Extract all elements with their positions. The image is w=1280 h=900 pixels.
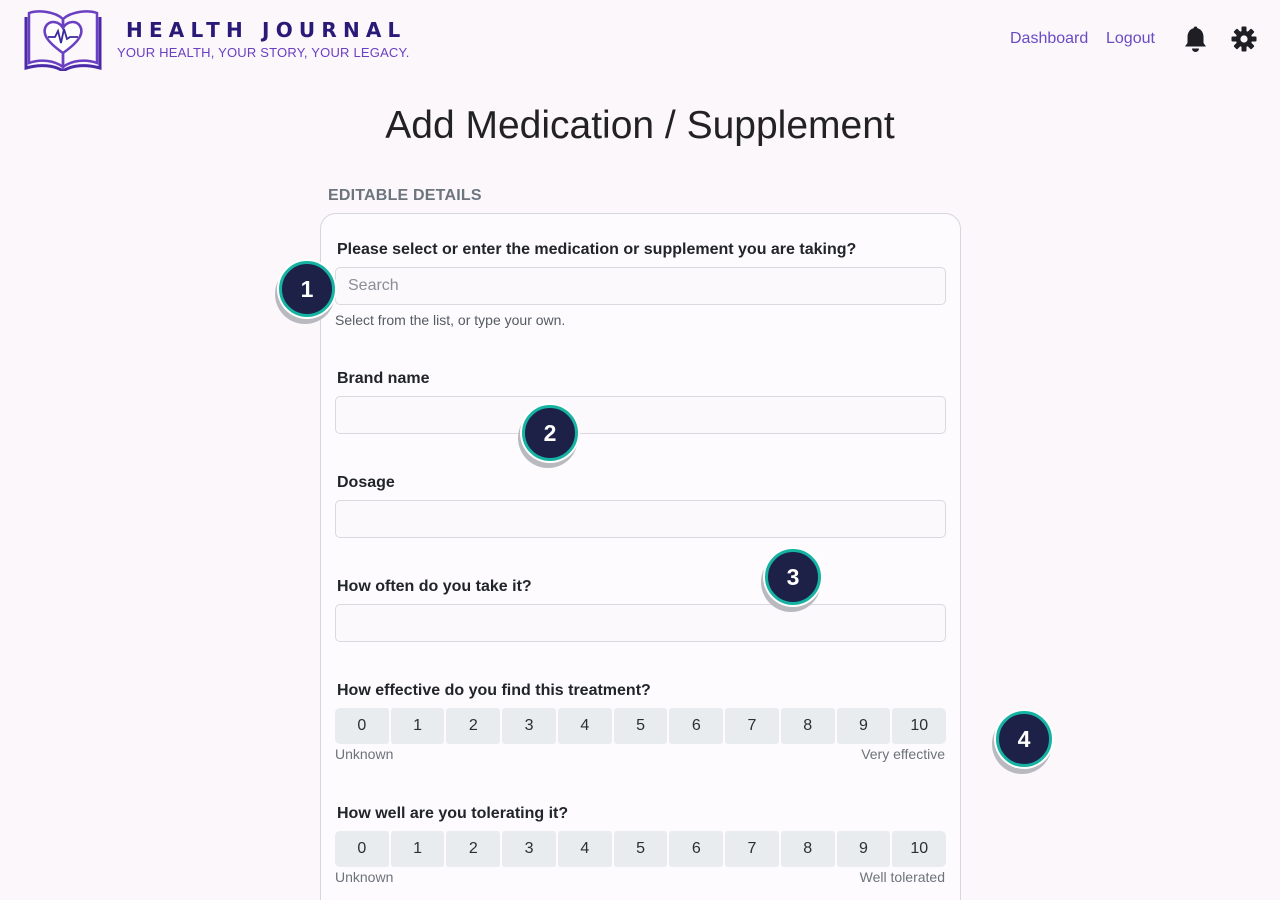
tolerance-option[interactable]: 3 (502, 831, 556, 867)
dosage-input[interactable] (335, 500, 946, 538)
tolerance-min-label: Unknown (335, 869, 394, 885)
medication-help-text: Select from the list, or type your own. (335, 312, 566, 328)
book-heart-logo (24, 10, 102, 71)
tolerance-option[interactable]: 4 (557, 831, 612, 867)
effectiveness-scale: 0 1 2 3 4 5 6 7 8 9 10 (335, 708, 947, 744)
brand-name-input[interactable] (335, 396, 946, 434)
effectiveness-option[interactable]: 10 (892, 708, 947, 744)
gear-icon[interactable] (1231, 26, 1257, 52)
effectiveness-option[interactable]: 1 (390, 708, 445, 744)
effectiveness-option[interactable]: 2 (446, 708, 501, 744)
effectiveness-option[interactable]: 9 (836, 708, 891, 744)
effectiveness-option[interactable]: 0 (335, 708, 389, 744)
tolerance-max-label: Well tolerated (859, 869, 945, 885)
tolerance-option[interactable]: 1 (390, 831, 445, 867)
step-badge-1: 1 (279, 261, 335, 317)
tolerance-option[interactable]: 8 (780, 831, 835, 867)
dosage-label: Dosage (337, 474, 395, 491)
effectiveness-option[interactable]: 3 (502, 708, 556, 744)
nav-dashboard-link[interactable]: Dashboard (1010, 30, 1088, 48)
effectiveness-label: How effective do you find this treatment… (337, 682, 651, 699)
effectiveness-max-label: Very effective (861, 746, 945, 762)
step-badge-4: 4 (996, 711, 1052, 767)
effectiveness-option[interactable]: 8 (780, 708, 835, 744)
effectiveness-option[interactable]: 7 (725, 708, 779, 744)
effectiveness-option[interactable]: 6 (669, 708, 724, 744)
tolerance-option[interactable]: 2 (446, 831, 501, 867)
frequency-label: How often do you take it? (337, 578, 532, 595)
tolerance-label: How well are you tolerating it? (337, 805, 569, 822)
brand-label: Brand name (337, 370, 430, 387)
section-label: EDITABLE DETAILS (328, 187, 482, 204)
frequency-input[interactable] (335, 604, 946, 642)
app-tagline: YOUR HEALTH, YOUR STORY, YOUR LEGACY. (117, 45, 410, 60)
bell-icon[interactable] (1183, 26, 1208, 53)
step-badge-2: 2 (522, 405, 578, 461)
tolerance-scale: 0 1 2 3 4 5 6 7 8 9 10 (335, 831, 947, 867)
page-title: Add Medication / Supplement (385, 104, 895, 147)
app-title: HEALTH JOURNAL (126, 18, 407, 42)
tolerance-option[interactable]: 7 (725, 831, 779, 867)
medication-search-input[interactable] (335, 267, 946, 305)
effectiveness-option[interactable]: 4 (557, 708, 612, 744)
tolerance-option[interactable]: 5 (613, 831, 668, 867)
effectiveness-option[interactable]: 5 (613, 708, 668, 744)
tolerance-option[interactable]: 10 (892, 831, 947, 867)
tolerance-option[interactable]: 9 (836, 831, 891, 867)
tolerance-option[interactable]: 0 (335, 831, 389, 867)
step-badge-3: 3 (765, 549, 821, 605)
medication-label: Please select or enter the medication or… (337, 241, 857, 258)
effectiveness-min-label: Unknown (335, 746, 394, 762)
nav-logout-link[interactable]: Logout (1106, 30, 1155, 48)
tolerance-option[interactable]: 6 (669, 831, 724, 867)
